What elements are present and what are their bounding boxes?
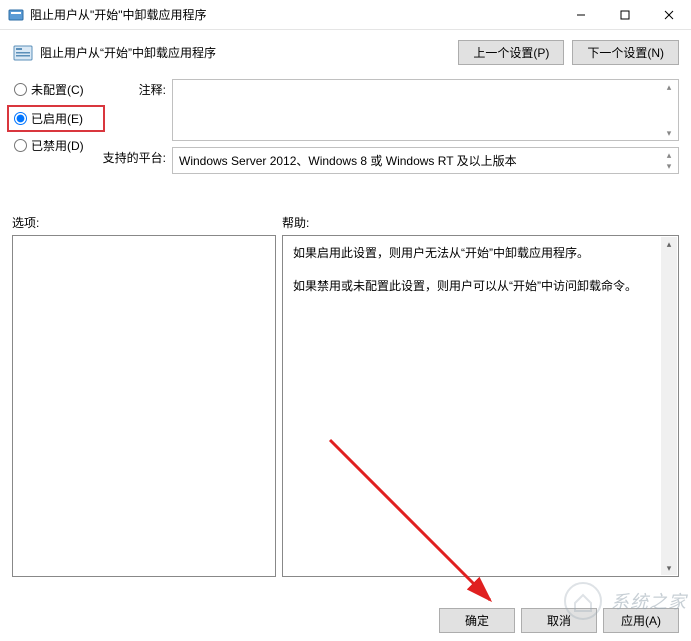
radio-enabled-input[interactable] <box>14 112 27 125</box>
help-text-2: 如果禁用或未配置此设置，则用户可以从“开始”中访问卸载命令。 <box>293 277 668 296</box>
app-icon <box>8 7 24 23</box>
scroll-down-icon: ▾ <box>662 161 676 171</box>
maximize-button[interactable] <box>603 0 647 30</box>
ok-button[interactable]: 确定 <box>439 608 515 633</box>
scroll-up-icon: ▴ <box>667 237 672 251</box>
scroll-up-icon: ▴ <box>662 150 676 160</box>
radio-group: 未配置(C) 已启用(E) 已禁用(D) <box>12 79 102 180</box>
platform-label: 支持的平台: <box>102 147 172 166</box>
policy-title: 阻止用户从“开始”中卸载应用程序 <box>40 44 458 61</box>
window-buttons <box>559 0 691 30</box>
policy-icon <box>12 42 34 64</box>
window-title: 阻止用户从"开始"中卸载应用程序 <box>30 6 559 23</box>
help-panel: 如果启用此设置，则用户无法从“开始”中卸载应用程序。 如果禁用或未配置此设置，则… <box>282 235 679 577</box>
radio-not-configured[interactable]: 未配置(C) <box>12 81 102 98</box>
platform-box: Windows Server 2012、Windows 8 或 Windows … <box>172 147 679 174</box>
radio-not-configured-input[interactable] <box>14 83 27 96</box>
radio-not-configured-label: 未配置(C) <box>31 81 84 98</box>
header-row: 阻止用户从“开始”中卸载应用程序 上一个设置(P) 下一个设置(N) <box>12 40 679 65</box>
minimize-button[interactable] <box>559 0 603 30</box>
radio-enabled-label: 已启用(E) <box>31 110 83 127</box>
prev-setting-button[interactable]: 上一个设置(P) <box>458 40 564 65</box>
radio-disabled-input[interactable] <box>14 139 27 152</box>
radio-disabled-label: 已禁用(D) <box>31 137 84 154</box>
help-text-1: 如果启用此设置，则用户无法从“开始”中卸载应用程序。 <box>293 244 668 263</box>
next-setting-button[interactable]: 下一个设置(N) <box>572 40 679 65</box>
scroll-down-icon: ▾ <box>662 128 676 138</box>
comment-textarea[interactable]: ▴ ▾ <box>172 79 679 141</box>
titlebar: 阻止用户从"开始"中卸载应用程序 <box>0 0 691 30</box>
options-label: 选项: <box>12 214 276 231</box>
radio-enabled[interactable]: 已启用(E) <box>10 108 102 129</box>
apply-button[interactable]: 应用(A) <box>603 608 679 633</box>
help-scrollbar[interactable]: ▴ ▾ <box>661 237 677 575</box>
help-label: 帮助: <box>282 214 679 231</box>
scroll-down-icon: ▾ <box>667 561 672 575</box>
dialog-footer: 确定 取消 应用(A) <box>439 608 679 633</box>
options-panel <box>12 235 276 577</box>
cancel-button[interactable]: 取消 <box>521 608 597 633</box>
close-button[interactable] <box>647 0 691 30</box>
scroll-up-icon: ▴ <box>662 82 676 92</box>
platform-value: Windows Server 2012、Windows 8 或 Windows … <box>179 154 517 168</box>
radio-disabled[interactable]: 已禁用(D) <box>12 137 102 154</box>
comment-label: 注释: <box>102 79 172 98</box>
